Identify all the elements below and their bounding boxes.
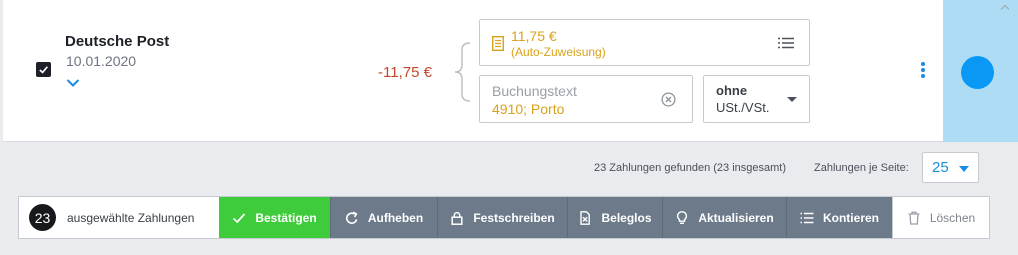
auto-assignment-note: (Auto-Zuweisung): [511, 45, 606, 59]
refresh-button-label: Aktualisieren: [698, 210, 774, 225]
check-icon: [39, 66, 48, 74]
per-page-value: 25: [932, 159, 949, 176]
selected-label: ausgewählte Zahlungen: [67, 210, 195, 225]
undo-icon: [345, 211, 358, 224]
transaction-amount: -11,75 €: [378, 64, 432, 81]
per-page-select[interactable]: 25: [922, 152, 979, 183]
per-page-label: Zahlungen je Seite:: [814, 162, 909, 174]
no-receipt-button[interactable]: Beleglos: [567, 197, 662, 238]
caret-down-icon: [959, 166, 969, 172]
scroll-up-icon[interactable]: [1000, 4, 1010, 14]
list-icon[interactable]: [778, 37, 794, 49]
cancel-button-label: Aufheben: [367, 210, 424, 225]
vat-value-line2: USt./VSt.: [716, 100, 770, 115]
auto-assignment-amount: 11,75 €: [511, 28, 557, 44]
clear-circle-icon[interactable]: [661, 92, 676, 107]
booking-text-value[interactable]: 4910; Porto: [492, 101, 564, 117]
document-icon: [492, 36, 504, 51]
account-button[interactable]: Kontieren: [786, 197, 892, 238]
refresh-button[interactable]: Aktualisieren: [662, 197, 786, 238]
status-panel: [943, 0, 1018, 142]
results-count: 23 Zahlungen gefunden (23 insgesamt): [594, 162, 787, 174]
lock-button-label: Festschreiben: [473, 210, 555, 225]
auto-assignment-field[interactable]: 11,75 € (Auto-Zuweisung): [479, 19, 810, 66]
selected-count-badge: 23: [29, 204, 56, 231]
no-receipt-icon: [580, 210, 591, 225]
vat-value-line1: ohne: [716, 83, 748, 98]
bulb-icon: [677, 210, 688, 224]
transaction-date: 10.01.2020: [66, 53, 137, 69]
caret-down-icon: [787, 97, 797, 102]
payee-name: Deutsche Post: [65, 33, 170, 50]
no-receipt-button-label: Beleglos: [601, 210, 652, 225]
kebab-menu-icon[interactable]: [921, 62, 925, 78]
lock-button[interactable]: Festschreiben: [437, 197, 567, 238]
bulk-action-toolbar: 23 ausgewählte Zahlungen Bestätigen Aufh…: [18, 196, 990, 239]
booking-text-field[interactable]: Buchungstext 4910; Porto: [479, 75, 693, 123]
transaction-row: Deutsche Post 10.01.2020 -11,75 € 11,75 …: [3, 0, 1018, 142]
chevron-down-icon[interactable]: [66, 78, 80, 88]
delete-button-label: Löschen: [929, 210, 976, 225]
status-dot[interactable]: [961, 56, 994, 89]
account-button-label: Kontieren: [822, 210, 879, 225]
lock-icon: [451, 211, 463, 225]
trash-icon: [908, 211, 920, 225]
confirm-button[interactable]: Bestätigen: [219, 197, 330, 238]
booking-text-label: Buchungstext: [492, 83, 577, 99]
selected-count: 23 ausgewählte Zahlungen: [19, 197, 219, 238]
row-checkbox[interactable]: [36, 62, 51, 77]
check-icon: [233, 212, 246, 223]
confirm-button-label: Bestätigen: [255, 210, 317, 225]
delete-button[interactable]: Löschen: [892, 197, 989, 238]
cancel-button[interactable]: Aufheben: [330, 197, 437, 238]
vat-select[interactable]: ohne USt./VSt.: [703, 75, 810, 123]
brace-icon: [454, 42, 471, 102]
list-icon: [800, 212, 814, 223]
